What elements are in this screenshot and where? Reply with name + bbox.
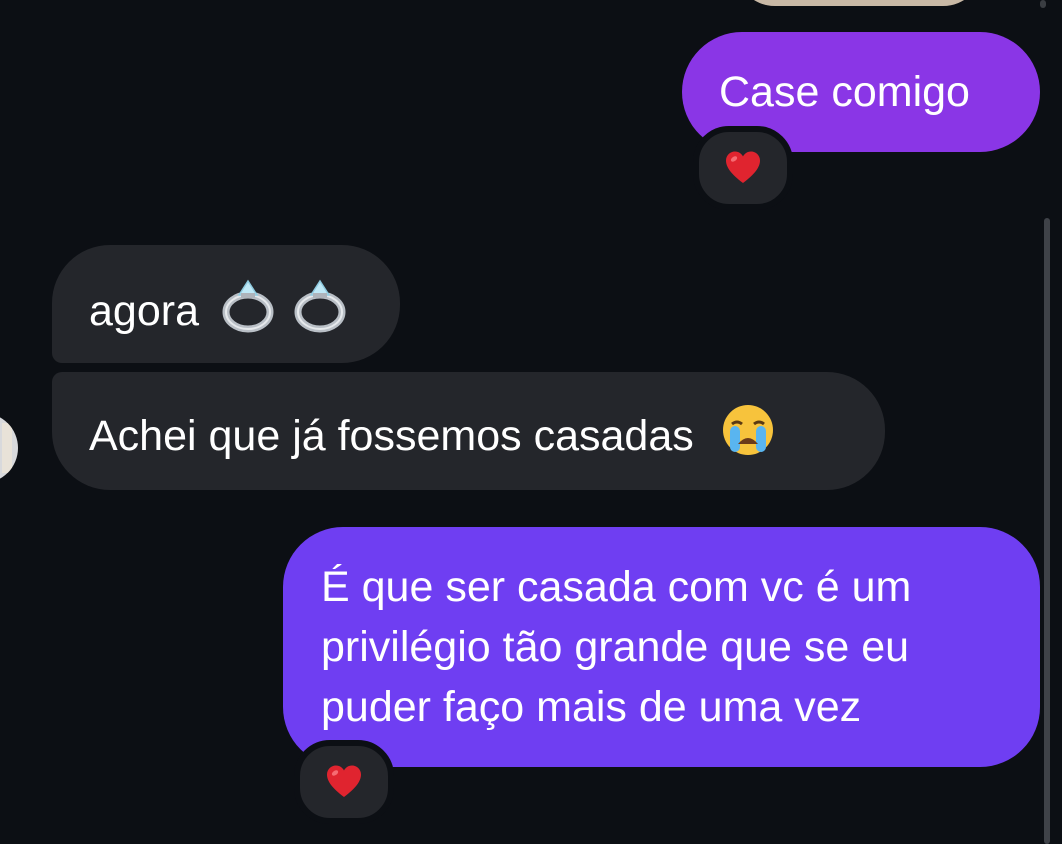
message-bubble-sent[interactable]: É que ser casada com vc é um privilégio …	[283, 527, 1040, 767]
ring-icon	[222, 279, 274, 333]
heart-icon	[327, 765, 361, 797]
avatar[interactable]	[0, 413, 18, 483]
message-text-line: privilégio tão grande que se eu	[321, 623, 910, 671]
scrollbar-top	[1040, 0, 1046, 8]
scrollbar[interactable]	[1044, 218, 1050, 844]
reaction-badge[interactable]	[693, 126, 793, 210]
message-bubble-received[interactable]: Achei que já fossemos casadas	[52, 372, 885, 490]
crying-face-icon	[722, 405, 773, 455]
ring-icon	[294, 279, 346, 333]
message-bubble-received[interactable]: agora	[52, 245, 400, 363]
heart-icon	[726, 151, 760, 183]
message-text-line: É que ser casada com vc é um	[321, 563, 912, 611]
message-text: agora	[89, 287, 199, 335]
shared-media-preview[interactable]	[735, 0, 983, 6]
message-text: Case comigo	[719, 68, 970, 116]
message-text-line: puder faço mais de uma vez	[321, 683, 862, 731]
message-text: Achei que já fossemos casadas	[89, 412, 694, 460]
reaction-badge[interactable]	[294, 740, 394, 824]
